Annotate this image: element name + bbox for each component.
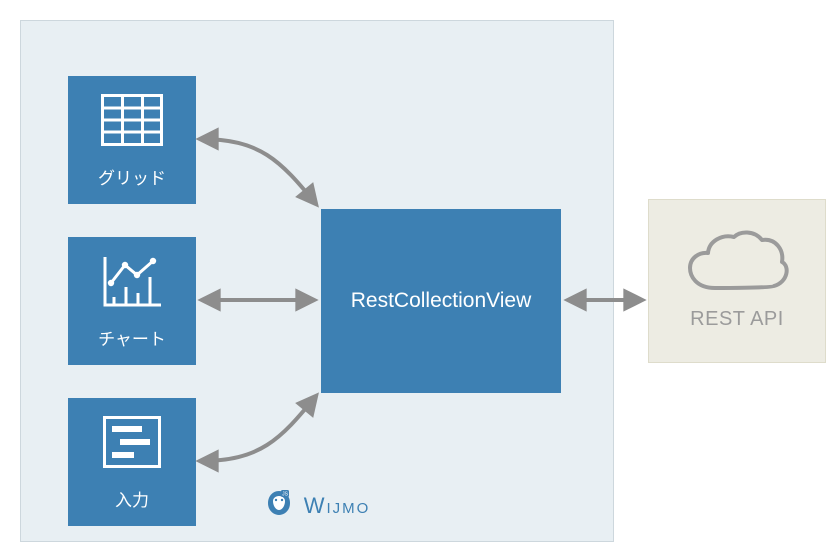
connections-layer [0, 0, 840, 560]
diagram-canvas: グリッド [0, 0, 840, 560]
arrow-grid-center [200, 139, 316, 204]
arrow-input-center [200, 396, 316, 461]
